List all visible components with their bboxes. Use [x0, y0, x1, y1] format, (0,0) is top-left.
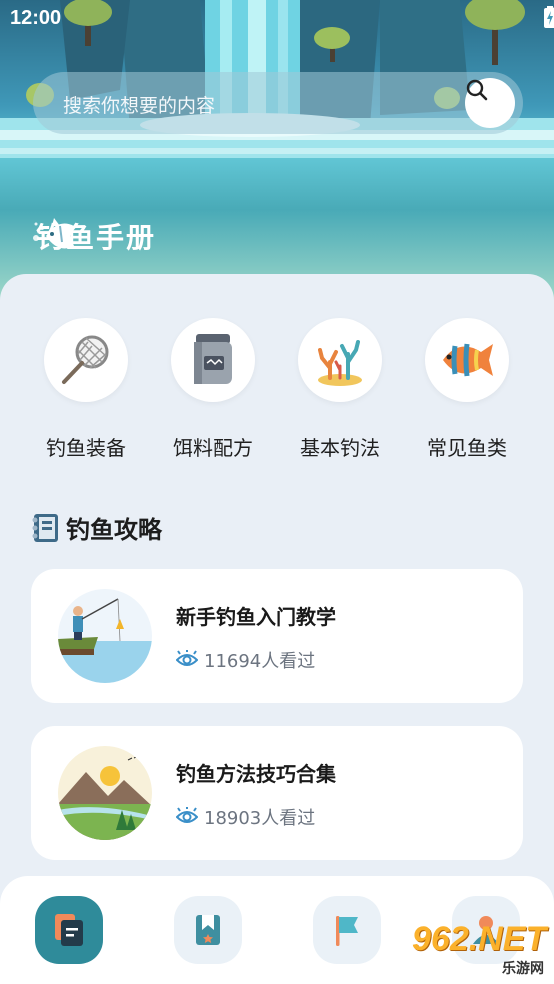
guides-section-header: 钓鱼攻略 — [30, 510, 162, 545]
nav-home[interactable] — [35, 896, 103, 964]
category-basic-methods[interactable]: 基本钓法 — [285, 318, 395, 461]
category-icon-wrap — [298, 318, 382, 402]
mountain-scene-image — [58, 746, 152, 840]
section-title: 钓鱼攻略 — [66, 516, 162, 544]
app-header: 钓鱼手册 — [30, 212, 156, 260]
guide-card[interactable]: 新手钓鱼入门教学 11694人看过 — [31, 569, 523, 703]
view-count: 11694人看过 — [204, 651, 316, 672]
search-button[interactable] — [465, 78, 515, 128]
search-input[interactable]: 搜索你想要的内容 — [63, 91, 215, 118]
search-bar[interactable]: 搜索你想要的内容 — [33, 72, 523, 134]
hero-banner: 12:00 搜索你想要的内容 钓鱼手册 — [0, 0, 554, 300]
watermark-brand: 962.NET — [412, 920, 547, 958]
bookmark-icon — [196, 915, 220, 945]
tropical-fish-icon — [443, 343, 493, 377]
fishing-net-icon — [62, 335, 109, 384]
category-icon-wrap — [171, 318, 255, 402]
eye-icon — [176, 807, 198, 823]
nav-favorites[interactable] — [174, 896, 242, 964]
flag-icon — [336, 916, 358, 946]
category-icon-wrap — [425, 318, 509, 402]
view-count: 18903人看过 — [204, 808, 316, 829]
category-label: 常见鱼类 — [427, 436, 507, 460]
guide-title: 新手钓鱼入门教学 — [176, 605, 336, 629]
status-time: 12:00 — [10, 7, 62, 29]
battery-icon — [544, 6, 554, 28]
category-common-fish[interactable]: 常见鱼类 — [412, 318, 522, 461]
notebook-icon — [32, 513, 58, 542]
status-bar: 12:00 — [0, 0, 554, 38]
guide-card[interactable]: 钓鱼方法技巧合集 18903人看过 — [31, 726, 523, 860]
category-bait-recipes[interactable]: 饵料配方 — [158, 318, 268, 461]
eye-icon — [176, 650, 198, 666]
coral-icon — [318, 340, 362, 386]
nav-discover[interactable] — [313, 896, 381, 964]
search-icon — [466, 79, 488, 101]
guide-views: 11694人看过 — [176, 647, 315, 673]
guide-thumbnail — [58, 589, 152, 683]
fishing-scene-image — [58, 589, 152, 683]
category-label: 基本钓法 — [300, 436, 380, 460]
guide-thumbnail — [58, 746, 152, 840]
category-icon-wrap — [44, 318, 128, 402]
category-fishing-gear[interactable]: 钓鱼装备 — [31, 318, 141, 461]
fish-logo-icon — [33, 218, 74, 249]
document-icon — [55, 914, 83, 946]
watermark-logo: 962.NET 乐游网 — [408, 920, 548, 980]
watermark-sub: 乐游网 — [502, 961, 544, 977]
bait-jar-icon — [194, 334, 232, 384]
category-label: 饵料配方 — [173, 436, 253, 460]
category-label: 钓鱼装备 — [46, 436, 126, 460]
guide-title: 钓鱼方法技巧合集 — [176, 762, 336, 786]
guide-views: 18903人看过 — [176, 804, 315, 830]
